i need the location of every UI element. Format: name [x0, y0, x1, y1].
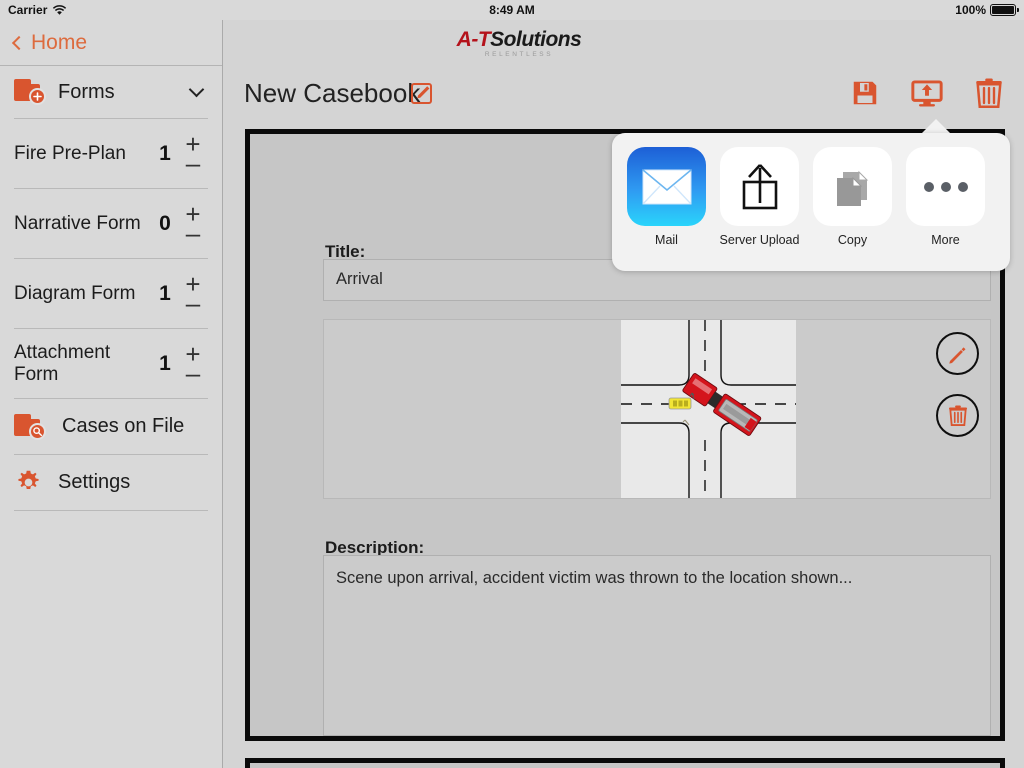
app-root: Carrier 8:49 AM 100% Home Forms Fire Pre…: [0, 0, 1024, 768]
sidebar: Home Forms Fire Pre-Plan 1 + – Narrative…: [0, 20, 223, 768]
form-count-value: 1: [159, 351, 171, 375]
export-button[interactable]: [910, 75, 944, 111]
form-count-value: 1: [159, 141, 171, 165]
delete-diagram-button[interactable]: [936, 394, 979, 437]
form-count-value: 0: [159, 211, 171, 235]
form-count-value: 1: [159, 281, 171, 305]
share-upload-icon: [720, 147, 799, 226]
sidebar-item-cases-on-file[interactable]: Cases on File: [0, 399, 222, 454]
share-option-label: Mail: [655, 233, 678, 247]
share-option-mail[interactable]: Mail: [620, 147, 713, 247]
share-option-more[interactable]: More: [899, 147, 992, 247]
save-button[interactable]: [848, 75, 882, 111]
divider: [14, 510, 208, 511]
decrement-button[interactable]: –: [186, 360, 200, 386]
forms-section-label: Forms: [58, 80, 115, 103]
share-popover: Mail Server Upload Copy More: [612, 133, 1010, 271]
decrement-button[interactable]: –: [186, 290, 200, 316]
logo-secondary-text: Solutions: [490, 28, 582, 51]
form-stepper[interactable]: + –: [180, 131, 206, 176]
mail-envelope-icon: [627, 147, 706, 226]
form-name-label: Fire Pre-Plan: [14, 142, 126, 164]
gear-icon: [14, 469, 42, 497]
sidebar-item-label: Settings: [58, 471, 131, 493]
logo-tagline: RELENTLESS: [484, 51, 554, 58]
status-right: 100%: [955, 3, 1020, 17]
sidebar-form-row[interactable]: Fire Pre-Plan 1 + –: [0, 119, 222, 188]
chevron-down-icon[interactable]: [188, 81, 205, 98]
folder-search-icon: [14, 413, 46, 440]
next-casebook-page-card: [245, 758, 1005, 768]
sidebar-item-settings[interactable]: Settings: [0, 455, 222, 510]
folder-add-icon: [14, 79, 46, 105]
pencil-icon: [948, 346, 965, 364]
clock-label: 8:49 AM: [489, 3, 535, 17]
sidebar-section-forms[interactable]: Forms: [0, 66, 222, 118]
copy-documents-icon: [813, 147, 892, 226]
trash-icon: [948, 405, 967, 426]
share-option-copy[interactable]: Copy: [806, 147, 899, 247]
form-name-label: Diagram Form: [14, 282, 136, 304]
diagram-attachment-area[interactable]: [323, 319, 991, 499]
sidebar-item-label: Cases on File: [62, 415, 185, 437]
page-title: New Casebook: [244, 78, 421, 108]
form-stepper[interactable]: + –: [180, 201, 206, 246]
back-button[interactable]: Home: [0, 20, 222, 65]
share-option-label: More: [931, 233, 960, 247]
sidebar-form-row[interactable]: Diagram Form 1 + –: [0, 259, 222, 328]
brand-logo: A-TSolutions RELENTLESS: [449, 28, 589, 58]
form-name-label: Attachment Form: [14, 342, 111, 385]
form-name-label: Narrative Form: [14, 212, 141, 234]
document-toolbar: [848, 75, 1006, 111]
page-header: New Casebook: [223, 70, 1024, 123]
decrement-button[interactable]: –: [186, 220, 200, 246]
description-input[interactable]: Scene upon arrival, accident victim was …: [323, 555, 991, 736]
sidebar-form-row[interactable]: Attachment Form 1 + –: [0, 329, 222, 398]
form-stepper[interactable]: + –: [180, 271, 206, 316]
sidebar-form-row[interactable]: Narrative Form 0 + –: [0, 189, 222, 258]
edit-square-icon[interactable]: [411, 83, 432, 104]
edit-diagram-button[interactable]: [936, 332, 979, 375]
battery-full-icon: [990, 4, 1020, 16]
share-option-label: Copy: [837, 233, 868, 247]
intersection-accident-diagram[interactable]: [621, 320, 796, 498]
share-option-server-upload[interactable]: Server Upload: [713, 147, 806, 247]
status-bar: Carrier 8:49 AM 100%: [0, 0, 1024, 20]
app-header: A-TSolutions RELENTLESS: [223, 20, 1024, 70]
logo-primary-text: A-T: [456, 28, 491, 51]
battery-percent-label: 100%: [955, 3, 986, 17]
chevron-left-icon: [11, 35, 27, 50]
back-button-label: Home: [31, 30, 88, 54]
decrement-button[interactable]: –: [186, 150, 200, 176]
delete-button[interactable]: [972, 75, 1006, 111]
form-stepper[interactable]: + –: [180, 341, 206, 386]
share-option-label: Server Upload: [719, 233, 800, 247]
popover-arrow: [921, 119, 951, 134]
ellipsis-icon: [906, 147, 985, 226]
